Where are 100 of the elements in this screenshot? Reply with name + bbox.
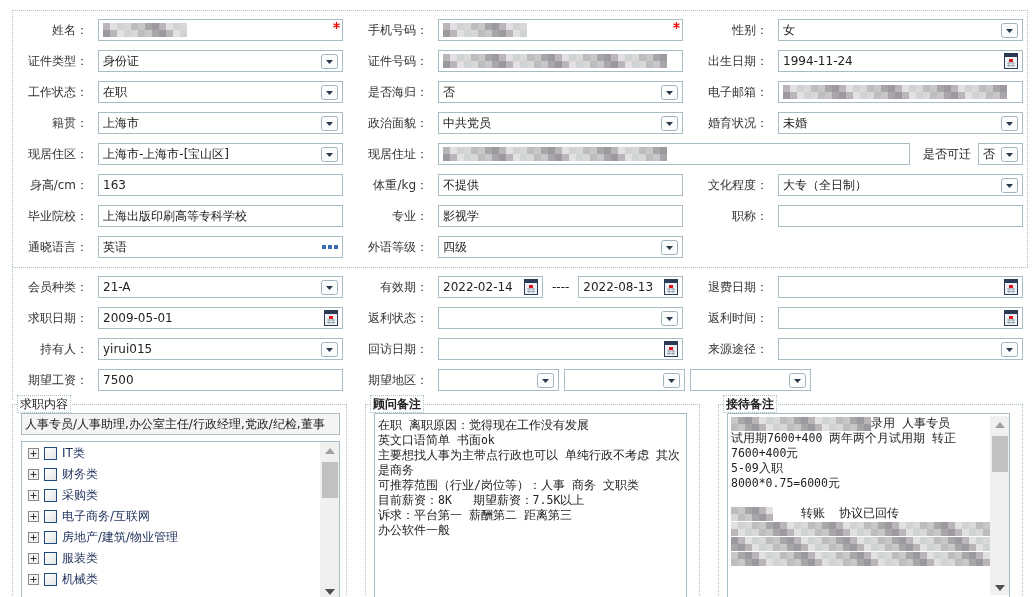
notes-line: 可推荐范围（行业/岗位等）：人事 商务 文职类 — [378, 478, 640, 493]
calendar-icon[interactable] — [1004, 53, 1018, 69]
field-label: 求职日期： — [27, 310, 88, 327]
range-separator: ---- — [551, 280, 571, 294]
select-field[interactable]: yirui015 — [98, 338, 343, 360]
input-field[interactable]: 不提供 — [438, 174, 683, 196]
more-icon[interactable] — [322, 245, 338, 249]
field-label: 手机号码： — [367, 22, 428, 39]
scroll-down-icon[interactable] — [994, 585, 1005, 591]
picker-field[interactable]: 英语 — [98, 236, 343, 258]
date-field[interactable]: 2009-05-01 — [98, 307, 343, 329]
field-label: 来源途径： — [707, 341, 768, 358]
field-label: 通晓语言： — [27, 239, 88, 256]
select-field[interactable]: 大专（全日制） — [778, 174, 1023, 196]
notes-line: 主要想找人事为主带点行政也可以 单纯行政不考虑 其次是商务 — [378, 448, 681, 478]
input-field[interactable] — [778, 205, 1023, 227]
input-field[interactable]: 7500 — [98, 369, 343, 391]
input-field[interactable]: 人事专员/人事助理,办公室主任/行政经理,党政/纪检,董事 — [21, 413, 340, 435]
field-label: 现居住址： — [367, 146, 428, 163]
checkbox[interactable] — [44, 510, 57, 523]
field-label: 文化程度： — [707, 177, 768, 194]
date-field[interactable] — [778, 307, 1023, 329]
checkbox[interactable] — [44, 468, 57, 481]
input-field[interactable]: 163 — [98, 174, 343, 196]
scrollbar[interactable] — [990, 416, 1009, 595]
calendar-icon[interactable] — [524, 279, 538, 295]
field-label: 外语等级： — [367, 239, 428, 256]
input-field[interactable] — [438, 143, 910, 165]
select-field[interactable]: 否 — [978, 143, 1023, 165]
checkbox[interactable] — [44, 552, 57, 565]
checkbox[interactable] — [44, 573, 57, 586]
notes-line: 在职 离职原因：觉得现在工作没有发展 — [378, 418, 590, 433]
notes-line: 转账 协议已回传 — [799, 506, 899, 521]
select-field[interactable]: 四级 — [438, 236, 683, 258]
tree-item[interactable]: 电子商务/互联网 — [62, 508, 151, 525]
select-field[interactable] — [438, 307, 683, 329]
group-title: 顾问备注 — [370, 395, 424, 413]
select-field[interactable]: 女 — [778, 19, 1023, 41]
notes-textarea[interactable]: 在职 离职原因：觉得现在工作没有发展 英文口语简单 书面ok 主要想找人事为主带点行政也可以 单纯行政不考虑 其次是商务 可推荐范围（行业/岗位等）：人事 商务 文职类 目前薪资：8K 期望薪资：7.5K以上 诉求：平台第一 薪酬第二 距离第三 办公软件一般 — [374, 413, 687, 597]
select-field[interactable]: 在职 — [98, 81, 343, 103]
date-field[interactable]: 2022-08-13 — [578, 276, 684, 298]
calendar-icon[interactable] — [1004, 279, 1018, 295]
scrollbar[interactable] — [320, 442, 339, 597]
scroll-thumb[interactable] — [992, 436, 1008, 472]
calendar-icon[interactable] — [664, 341, 678, 357]
date-field[interactable]: 2022-02-14 — [438, 276, 543, 298]
notes-textarea[interactable]: 录用 人事专员 试用期7600+400 两年两个月试用期 转正7600+400元 5-09入职 8000*0.75=6000元 转账 协议已回传 — [727, 413, 1010, 597]
group-title: 求职内容 — [17, 395, 71, 413]
checkbox[interactable] — [44, 489, 57, 502]
date-field[interactable] — [778, 276, 1023, 298]
calendar-icon[interactable] — [1004, 310, 1018, 326]
select-field[interactable]: 中共党员 — [438, 112, 683, 134]
date-field[interactable]: 1994-11-24 — [778, 50, 1023, 72]
notes-line: 目前薪资：8K 期望薪资：7.5K以上 — [378, 493, 586, 508]
select-field[interactable]: 上海市-上海市-[宝山区] — [98, 143, 343, 165]
date-field[interactable] — [438, 338, 683, 360]
field-label: 退费日期： — [707, 279, 768, 296]
select-field[interactable]: 未婚 — [778, 112, 1023, 134]
scroll-thumb[interactable] — [322, 462, 338, 498]
tree-item[interactable]: 房地产/建筑/物业管理 — [62, 529, 179, 546]
notes-line: 5-09入职 — [731, 461, 784, 476]
select-field[interactable] — [564, 369, 685, 391]
expand-icon[interactable] — [28, 553, 39, 564]
expand-icon[interactable] — [28, 574, 39, 585]
expand-icon[interactable] — [28, 469, 39, 480]
select-field[interactable]: 否 — [438, 81, 683, 103]
field-label: 期望地区： — [367, 372, 428, 389]
select-field[interactable] — [690, 369, 811, 391]
expand-icon[interactable] — [28, 532, 39, 543]
input-field[interactable] — [98, 19, 343, 41]
tree-item[interactable]: 财务类 — [62, 466, 98, 483]
checkbox[interactable] — [44, 531, 57, 544]
select-field[interactable]: 身份证 — [98, 50, 343, 72]
field-label: 期望工资： — [27, 372, 88, 389]
scroll-down-icon[interactable] — [324, 589, 335, 595]
expand-icon[interactable] — [28, 490, 39, 501]
field-label: 专业： — [391, 208, 428, 225]
expand-icon[interactable] — [28, 511, 39, 522]
input-field[interactable] — [778, 81, 1023, 103]
field-label: 有效期： — [379, 279, 428, 296]
checkbox[interactable] — [44, 447, 57, 460]
field-label: 性别： — [731, 22, 768, 39]
field-label: 姓名： — [51, 22, 88, 39]
field-label: 出生日期： — [707, 53, 768, 70]
select-field[interactable] — [778, 338, 1023, 360]
input-field[interactable]: 上海出版印刷高等专科学校 — [98, 205, 343, 227]
input-field[interactable] — [438, 50, 683, 72]
input-field[interactable]: 影视学 — [438, 205, 683, 227]
select-field[interactable]: 21-A — [98, 276, 343, 298]
select-field[interactable]: 上海市 — [98, 112, 343, 134]
tree-item[interactable]: 服装类 — [62, 550, 98, 567]
calendar-icon[interactable] — [664, 279, 679, 295]
calendar-icon[interactable] — [324, 310, 338, 326]
tree-item[interactable]: 采购类 — [62, 487, 98, 504]
field-label: 身高/cm： — [28, 177, 88, 194]
expand-icon[interactable] — [28, 448, 39, 459]
tree-item[interactable]: IT类 — [62, 445, 85, 462]
input-field[interactable] — [438, 19, 683, 41]
select-field[interactable] — [438, 369, 559, 391]
tree-item[interactable]: 机械类 — [62, 571, 98, 588]
